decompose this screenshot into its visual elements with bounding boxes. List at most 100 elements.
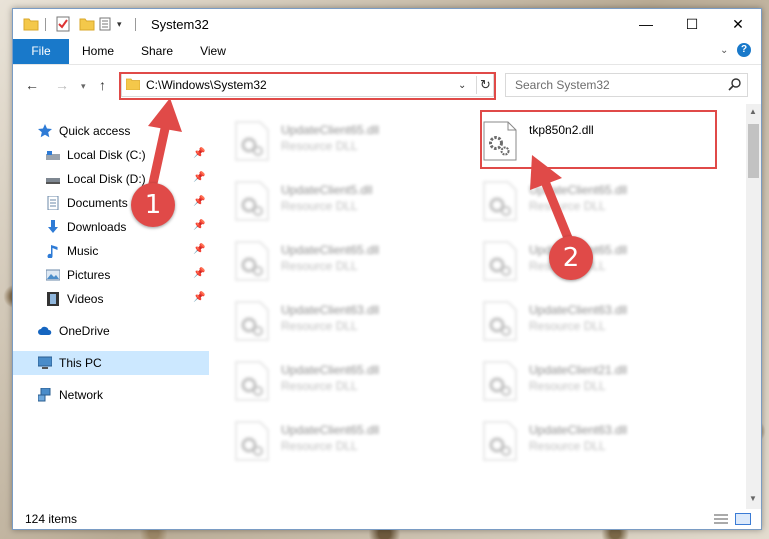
close-button[interactable]: ✕ <box>715 9 761 39</box>
up-arrow-icon[interactable]: ↑ <box>99 77 106 93</box>
sidebar-item-label: Local Disk (C:) <box>67 148 146 162</box>
sidebar-item-label: Local Disk (D:) <box>67 172 146 186</box>
drive-icon <box>46 151 60 160</box>
help-icon[interactable]: ? <box>737 43 751 57</box>
sidebar-item-this-pc[interactable]: This PC <box>13 351 209 375</box>
vertical-scrollbar[interactable]: ▲ ▼ <box>746 104 761 509</box>
file-item[interactable]: UpdateClient65.dll Resource DLL <box>235 237 475 285</box>
file-type: Resource DLL <box>281 259 358 273</box>
tab-home[interactable]: Home <box>73 39 123 64</box>
file-item[interactable]: UpdateClient63.dll Resource DLL <box>235 297 475 345</box>
file-type: Resource DLL <box>281 139 358 153</box>
drive-icon <box>46 178 60 184</box>
star-icon <box>38 124 52 138</box>
sidebar-item-documents[interactable]: Documents 📌 <box>13 191 209 215</box>
file-type: Resource DLL <box>529 439 606 453</box>
sidebar-item-local-disk-d[interactable]: Local Disk (D:) 📌 <box>13 167 209 191</box>
pin-icon[interactable]: 📌 <box>193 244 205 255</box>
file-item[interactable]: UpdateClient63.dll Resource DLL <box>483 417 723 465</box>
file-item[interactable]: UpdateClient5.dll Resource DLL <box>235 177 475 225</box>
tab-file[interactable]: File <box>13 39 69 64</box>
file-type: Resource DLL <box>281 439 358 453</box>
dll-file-icon <box>235 181 269 221</box>
pin-icon[interactable]: 📌 <box>193 196 205 207</box>
new-folder-icon[interactable] <box>79 16 95 32</box>
dll-file-icon <box>235 241 269 281</box>
sidebar-item-label: Videos <box>67 292 104 306</box>
documents-icon <box>47 196 59 210</box>
sidebar-item-label: Quick access <box>59 124 131 138</box>
sidebar-item-local-disk-c[interactable]: Local Disk (C:) 📌 <box>13 143 209 167</box>
pin-icon[interactable]: 📌 <box>193 292 205 303</box>
recent-locations-icon[interactable]: ▾ <box>81 81 86 92</box>
file-name: UpdateClient63.dll <box>529 423 628 437</box>
sidebar-item-pictures[interactable]: Pictures 📌 <box>13 263 209 287</box>
large-icons-view-icon[interactable] <box>735 513 751 525</box>
ribbon-tabs: File Home Share View ⌄ ? <box>13 39 761 64</box>
sidebar-item-videos[interactable]: Videos 📌 <box>13 287 209 311</box>
pin-icon[interactable]: 📌 <box>193 172 205 183</box>
scroll-up-icon[interactable]: ▲ <box>749 107 757 116</box>
videos-icon <box>47 292 59 306</box>
pin-icon[interactable]: 📌 <box>193 148 205 159</box>
file-highlight <box>480 110 717 169</box>
sidebar-item-label: OneDrive <box>59 324 110 338</box>
expand-ribbon-icon[interactable]: ⌄ <box>720 45 728 56</box>
quick-access-separator <box>45 18 46 31</box>
file-item[interactable]: UpdateClient65.dll Resource DLL <box>235 357 475 405</box>
address-bar-highlight <box>119 72 496 100</box>
file-type: Resource DLL <box>529 319 606 333</box>
file-item[interactable]: UpdateClient65.dll Resource DLL <box>235 417 475 465</box>
file-item[interactable]: UpdateClient21.dll Resource DLL <box>483 357 723 405</box>
quick-access-dropdown-icon[interactable]: ▾ <box>117 19 133 35</box>
sidebar-item-network[interactable]: Network <box>13 383 209 407</box>
file-item[interactable]: UpdateClient65.dll Resource DLL <box>235 117 475 165</box>
sidebar-item-onedrive[interactable]: OneDrive <box>13 319 209 343</box>
file-name: UpdateClient65.dll <box>281 123 380 137</box>
back-arrow-icon[interactable]: ← <box>25 77 39 93</box>
search-input[interactable]: Search System32 <box>515 78 610 92</box>
sidebar-item-label: Music <box>67 244 99 258</box>
file-item[interactable]: UpdateClient65.dll Resource DLL <box>483 237 723 285</box>
minimize-button[interactable]: — <box>623 9 669 39</box>
search-box[interactable]: Search System32 <box>505 73 748 97</box>
pin-icon[interactable]: 📌 <box>193 268 205 279</box>
maximize-button[interactable]: ☐ <box>669 9 715 39</box>
dll-file-icon <box>483 241 517 281</box>
sidebar-item-music[interactable]: Music 📌 <box>13 239 209 263</box>
scroll-thumb[interactable] <box>748 124 759 178</box>
sidebar-item-downloads[interactable]: Downloads 📌 <box>13 215 209 239</box>
sidebar-item-quick-access[interactable]: Quick access <box>13 119 209 143</box>
file-name: UpdateClient65.dll <box>529 183 628 197</box>
tab-view[interactable]: View <box>189 39 237 64</box>
dll-file-icon <box>483 301 517 341</box>
file-name: UpdateClient63.dll <box>281 303 380 317</box>
file-name: UpdateClient65.dll <box>281 363 380 377</box>
file-item[interactable]: UpdateClient63.dll Resource DLL <box>483 297 723 345</box>
file-item[interactable]: UpdateClient65.dll Resource DLL <box>483 177 723 225</box>
file-type: Resource DLL <box>281 199 358 213</box>
forward-arrow-icon[interactable]: → <box>55 77 69 93</box>
folder-icon[interactable] <box>23 16 39 32</box>
title-bar: ▾ System32 — ☐ ✕ <box>13 9 761 39</box>
file-name: UpdateClient5.dll <box>281 183 373 197</box>
pin-icon[interactable]: 📌 <box>193 220 205 231</box>
dll-file-icon <box>235 361 269 401</box>
dll-file-icon <box>235 121 269 161</box>
sidebar-item-label: Documents <box>67 196 128 210</box>
cloud-icon <box>38 326 52 335</box>
properties-check-icon[interactable] <box>55 16 71 32</box>
search-icon[interactable] <box>728 77 742 91</box>
network-icon <box>38 388 51 402</box>
sidebar-item-label: This PC <box>59 356 102 370</box>
pc-icon <box>38 356 52 369</box>
details-view-icon[interactable] <box>713 513 729 525</box>
status-bar: 124 items <box>13 509 761 529</box>
dll-file-icon <box>483 421 517 461</box>
customize-icon[interactable] <box>99 16 115 32</box>
download-icon <box>48 220 58 233</box>
scroll-down-icon[interactable]: ▼ <box>749 494 757 503</box>
file-name: UpdateClient65.dll <box>281 423 380 437</box>
tab-share[interactable]: Share <box>129 39 185 64</box>
file-name: UpdateClient65.dll <box>281 243 380 257</box>
